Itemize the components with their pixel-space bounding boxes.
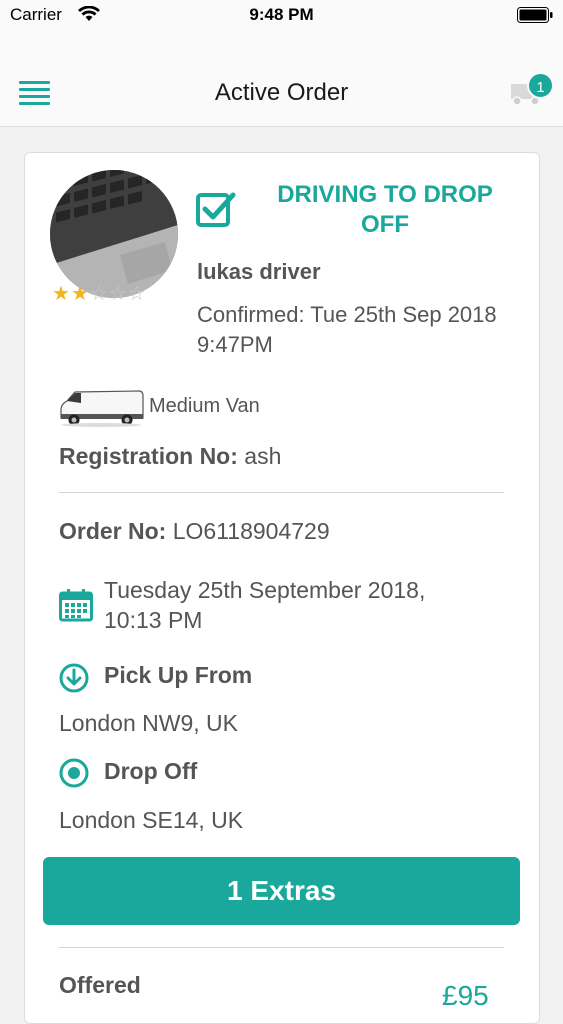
driver-rating: ★★☆☆☆	[52, 281, 147, 306]
hamburger-line	[19, 95, 50, 98]
pickup-address: London NW9, UK	[59, 710, 238, 736]
calendar-icon	[59, 589, 93, 622]
offered-label: Offered	[59, 972, 141, 998]
driver-name: lukas driver	[197, 259, 321, 284]
divider	[59, 947, 504, 948]
registration-value: ash	[244, 443, 282, 469]
order-status: DRIVING TO DROP OFF	[277, 181, 493, 238]
pickup-label: Pick Up From	[104, 662, 253, 688]
dropoff-address: London SE14, UK	[59, 807, 244, 833]
star-filled-icon: ★	[52, 283, 71, 305]
pickup-arrow-icon	[59, 663, 89, 693]
order-number: Order No: LO6118904729	[59, 518, 330, 545]
vehicle-type: Medium Van	[149, 395, 260, 417]
divider	[59, 492, 504, 493]
star-empty-icon: ☆	[89, 283, 109, 305]
hamburger-line	[19, 88, 50, 91]
page-title: Active Order	[214, 79, 349, 106]
hamburger-line	[19, 102, 50, 105]
checkbox-checked-icon[interactable]	[196, 190, 236, 228]
star-empty-icon: ☆	[127, 283, 147, 305]
nav-bar: Active Order	[0, 30, 563, 127]
driver-avatar	[50, 170, 178, 298]
battery-icon	[517, 7, 553, 23]
notification-badge[interactable]: 1	[527, 72, 554, 99]
star-empty-icon: ☆	[108, 283, 128, 305]
hamburger-icon	[19, 81, 50, 84]
star-filled-icon: ★	[70, 283, 90, 305]
order-date: Tuesday 25th September 2018, 10:13 PM	[104, 577, 426, 633]
order-number-label: Order No:	[59, 518, 167, 544]
status-bar: Carrier 9:48 PM	[0, 0, 563, 30]
offered-price: £95	[442, 980, 489, 1011]
confirmed-time: Confirmed: Tue 25th Sep 2018 9:47PM	[197, 302, 497, 357]
dropoff-target-icon	[59, 758, 89, 788]
registration: Registration No: ash	[59, 443, 281, 470]
menu-button[interactable]	[19, 81, 50, 105]
order-number-value: LO6118904729	[172, 518, 330, 544]
extras-button[interactable]: 1 Extras	[43, 857, 520, 925]
clock: 9:48 PM	[249, 5, 314, 24]
keyboard-photo	[50, 170, 178, 298]
van-icon	[60, 390, 144, 427]
dropoff-label: Drop Off	[104, 758, 198, 784]
registration-label: Registration No:	[59, 443, 238, 469]
